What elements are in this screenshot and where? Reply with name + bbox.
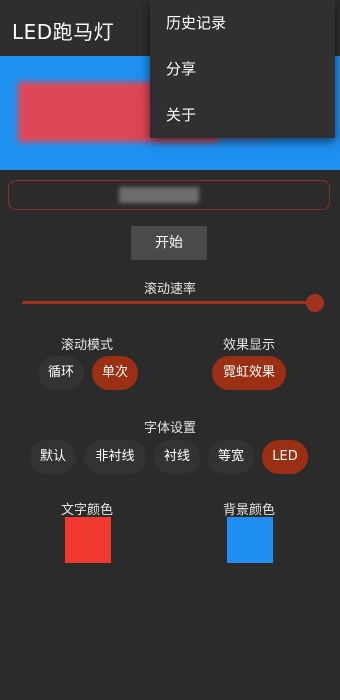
font-serif-chip[interactable]: 衬线 xyxy=(154,440,200,474)
text-color-swatch[interactable] xyxy=(65,517,111,563)
scroll-mode-once-chip[interactable]: 单次 xyxy=(92,356,138,390)
app-root: LED跑马灯 历史记录 分享 关于 开始 滚动速率 滚动模式 循环 单次 效果显… xyxy=(0,0,340,700)
background-color-label: 背景颜色 xyxy=(222,503,275,518)
menu-item-share[interactable]: 分享 xyxy=(150,46,335,92)
font-label: 字体设置 xyxy=(143,421,196,436)
speed-slider-thumb[interactable] xyxy=(306,294,324,312)
speed-slider-track[interactable] xyxy=(22,301,316,304)
overflow-menu: 历史记录 分享 关于 xyxy=(150,0,335,138)
effect-neon-chip[interactable]: 霓虹效果 xyxy=(212,356,286,390)
menu-item-about[interactable]: 关于 xyxy=(150,92,335,138)
font-default-chip[interactable]: 默认 xyxy=(30,440,76,474)
scroll-mode-label: 滚动模式 xyxy=(60,338,113,353)
app-title: LED跑马灯 xyxy=(12,20,115,44)
marquee-text-input[interactable] xyxy=(8,180,330,210)
speed-label: 滚动速率 xyxy=(143,282,196,297)
font-led-chip[interactable]: LED xyxy=(262,440,308,474)
marquee-text-input-value-blurred xyxy=(119,187,199,203)
start-button[interactable]: 开始 xyxy=(131,226,207,260)
font-monospace-chip[interactable]: 等宽 xyxy=(208,440,254,474)
text-color-label: 文字颜色 xyxy=(60,503,113,518)
background-color-swatch[interactable] xyxy=(227,517,273,563)
font-sans-serif-chip[interactable]: 非衬线 xyxy=(84,440,146,474)
scroll-mode-loop-chip[interactable]: 循环 xyxy=(38,356,84,390)
menu-item-history[interactable]: 历史记录 xyxy=(150,0,335,46)
effect-label: 效果显示 xyxy=(222,338,275,353)
